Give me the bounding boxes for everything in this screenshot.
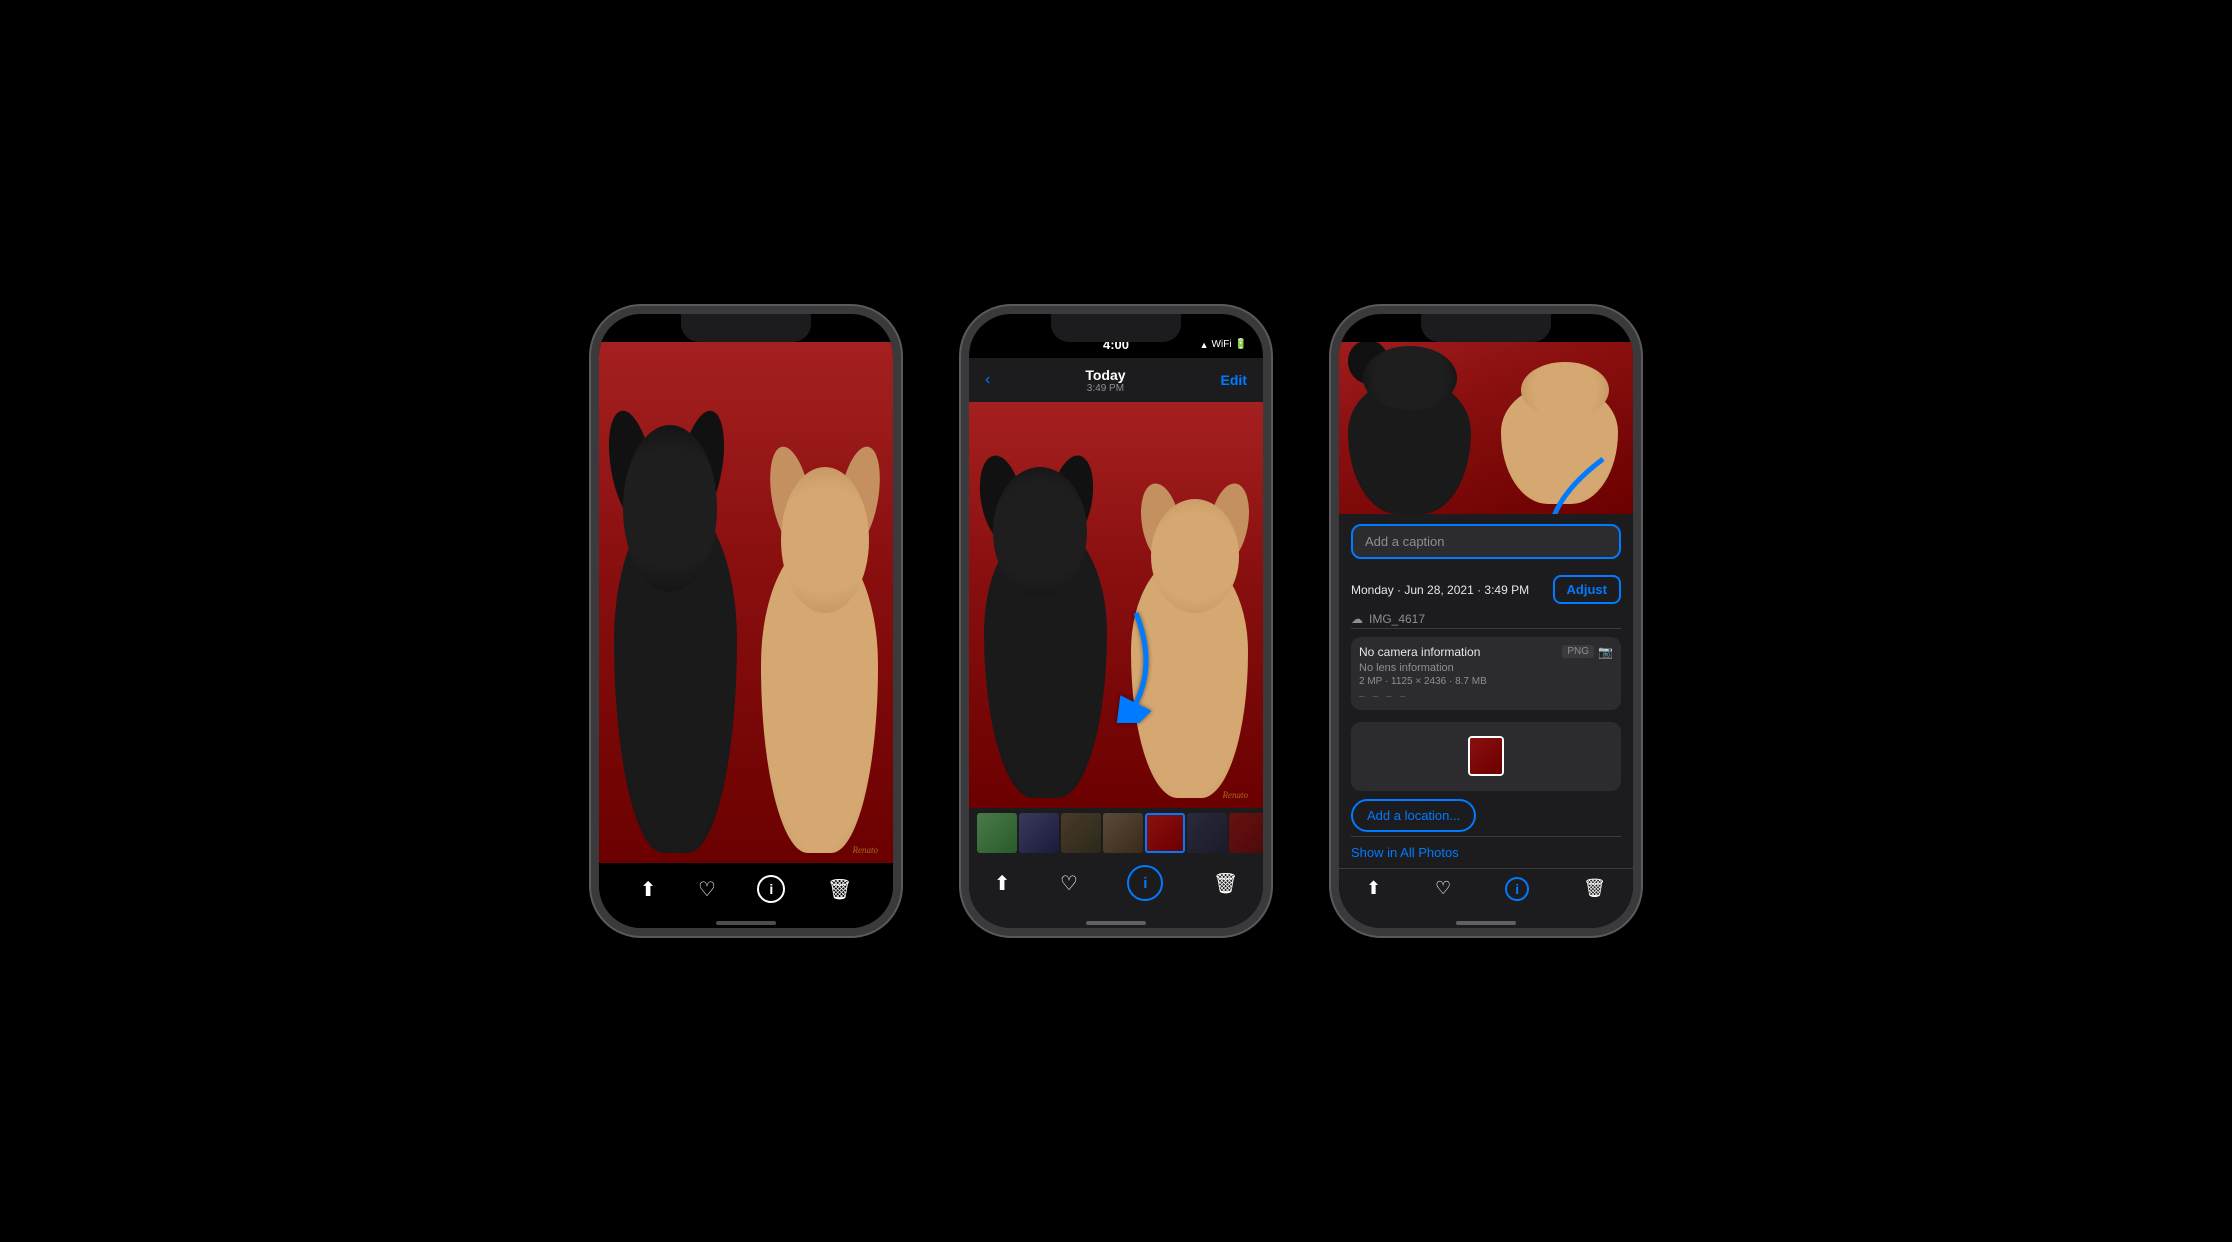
volume-up-button[interactable] [591, 459, 595, 509]
camera-info-card: No camera information PNG 📷 No lens info… [1351, 637, 1621, 710]
specs-info: 2 MP · 1125 × 2436 · 8.7 MB [1359, 676, 1613, 687]
status-bar-p2: 4:00 ▲ WiFi 🔋 [969, 314, 1263, 358]
info-icon-label-p2: i [1143, 875, 1147, 892]
dog-black-head-p3 [1363, 346, 1457, 410]
film-thumb-3[interactable] [1061, 813, 1101, 853]
map-thumbnail [1468, 736, 1504, 776]
dash-row: – – – – [1359, 691, 1613, 702]
film-thumb-7[interactable] [1229, 813, 1263, 853]
map-area [1351, 722, 1621, 791]
home-indicator-p1 [716, 921, 776, 925]
mute-button-p2[interactable] [961, 414, 965, 444]
phone3-photo-bg [1339, 314, 1633, 514]
volume-down-button-p3[interactable] [1331, 519, 1335, 569]
caption-field[interactable]: Add a caption [1351, 524, 1621, 559]
film-thumb-1[interactable] [977, 813, 1017, 853]
location-button[interactable]: Add a location... [1351, 799, 1476, 832]
dog-cream-head [781, 467, 869, 613]
png-badge: PNG [1562, 645, 1594, 658]
power-button-p3[interactable] [1637, 434, 1641, 494]
arrow-caption-svg [1533, 449, 1623, 514]
camera-icon: 📷 [1598, 645, 1613, 659]
film-thumb-6[interactable] [1187, 813, 1227, 853]
phone3-screen: Add a caption Monday · Jun 28, 2021 · 3:… [1339, 314, 1633, 928]
show-all-photos-link[interactable]: Show in All Photos [1339, 837, 1633, 868]
heart-icon-p2[interactable]: ♡ [1060, 871, 1078, 896]
dash-3: – [1386, 691, 1392, 702]
volume-up-button-p3[interactable] [1331, 459, 1335, 509]
film-thumb-4[interactable] [1103, 813, 1143, 853]
toolbar-p2: ⬆ ♡ i 🗑 [969, 858, 1263, 928]
adjust-button[interactable]: Adjust [1553, 575, 1621, 604]
status-time-p2: 4:00 [1103, 337, 1129, 352]
phone3-info-panel: Add a caption Monday · Jun 28, 2021 · 3:… [1339, 514, 1633, 868]
heart-icon-p1[interactable]: ♡ [698, 877, 716, 902]
dog-cream-head-p2 [1151, 499, 1239, 613]
dog-black-head-p2 [993, 467, 1087, 597]
nav-bar-p2: ‹ Today 3:49 PM Edit [969, 358, 1263, 402]
photo-signature: Renato [853, 845, 879, 855]
phone2-photo: Renato [969, 402, 1263, 808]
share-icon-p1[interactable]: ⬆ [640, 877, 657, 902]
dash-2: – [1373, 691, 1379, 702]
filename-text: IMG_4617 [1369, 612, 1425, 626]
phone3-photo [1339, 314, 1633, 514]
date-row: Monday · Jun 28, 2021 · 3:49 PM Adjust [1339, 569, 1633, 610]
volume-up-button-p2[interactable] [961, 459, 965, 509]
share-icon-p3[interactable]: ⬆ [1366, 878, 1381, 899]
nav-title-wrap-p2: Today 3:49 PM [1085, 367, 1125, 394]
dog-black-head [623, 425, 717, 592]
dash-4: – [1400, 691, 1406, 702]
phone1-photo: Renato [599, 342, 893, 863]
back-button-p2[interactable]: ‹ [985, 371, 990, 389]
photo-signature-p2: Renato [1223, 790, 1249, 800]
phone-3: Add a caption Monday · Jun 28, 2021 · 3:… [1331, 306, 1641, 936]
dog-cream-head-p3 [1521, 362, 1609, 418]
phone-1: Renato ⬆ ♡ i 🗑 [591, 306, 901, 936]
cloud-icon: ☁ [1351, 612, 1363, 626]
trash-icon-p1[interactable]: 🗑 [827, 877, 852, 902]
filename-row: ☁ IMG_4617 [1339, 610, 1633, 628]
volume-down-button-p2[interactable] [961, 519, 965, 569]
filmstrip-p2[interactable] [969, 808, 1263, 858]
status-signals-p2: ▲ WiFi 🔋 [1200, 339, 1247, 350]
film-thumb-5-selected[interactable] [1145, 813, 1185, 853]
separator-1 [1351, 628, 1621, 629]
phone2-screen: 4:00 ▲ WiFi 🔋 ‹ Today 3:49 PM Edit [969, 314, 1263, 928]
trash-icon-p3[interactable]: 🗑 [1583, 878, 1606, 899]
camera-info-row: No camera information PNG 📷 [1359, 645, 1613, 659]
photo-date: Monday · Jun 28, 2021 · 3:49 PM [1351, 583, 1529, 597]
camera-row-icons: PNG 📷 [1562, 645, 1613, 659]
power-button[interactable] [897, 434, 901, 494]
film-thumb-2[interactable] [1019, 813, 1059, 853]
trash-icon-p2[interactable]: 🗑 [1213, 871, 1238, 896]
dash-1: – [1359, 691, 1365, 702]
mute-button[interactable] [591, 414, 595, 444]
phone1-screen: Renato ⬆ ♡ i 🗑 [599, 314, 893, 928]
mute-button-p3[interactable] [1331, 414, 1335, 444]
nav-title-p2: Today [1085, 367, 1125, 383]
lens-info: No lens information [1359, 662, 1613, 674]
nav-subtitle-p2: 3:49 PM [1085, 383, 1125, 394]
power-button-p2[interactable] [1267, 434, 1271, 494]
home-indicator-p2 [1086, 921, 1146, 925]
info-icon-p1[interactable]: i [757, 875, 785, 903]
home-indicator-p3 [1456, 921, 1516, 925]
blue-arrow-p3 [1533, 449, 1623, 514]
share-icon-p2[interactable]: ⬆ [994, 871, 1011, 896]
volume-down-button[interactable] [591, 519, 595, 569]
info-button-p2[interactable]: i [1127, 865, 1163, 901]
edit-button-p2[interactable]: Edit [1221, 372, 1247, 388]
camera-label: No camera information [1359, 645, 1480, 659]
toolbar-p3: ⬆ ♡ i 🗑 [1339, 868, 1633, 928]
heart-icon-p3[interactable]: ♡ [1435, 878, 1451, 899]
info-icon-p3[interactable]: i [1505, 877, 1529, 901]
phone-2: 4:00 ▲ WiFi 🔋 ‹ Today 3:49 PM Edit [961, 306, 1271, 936]
